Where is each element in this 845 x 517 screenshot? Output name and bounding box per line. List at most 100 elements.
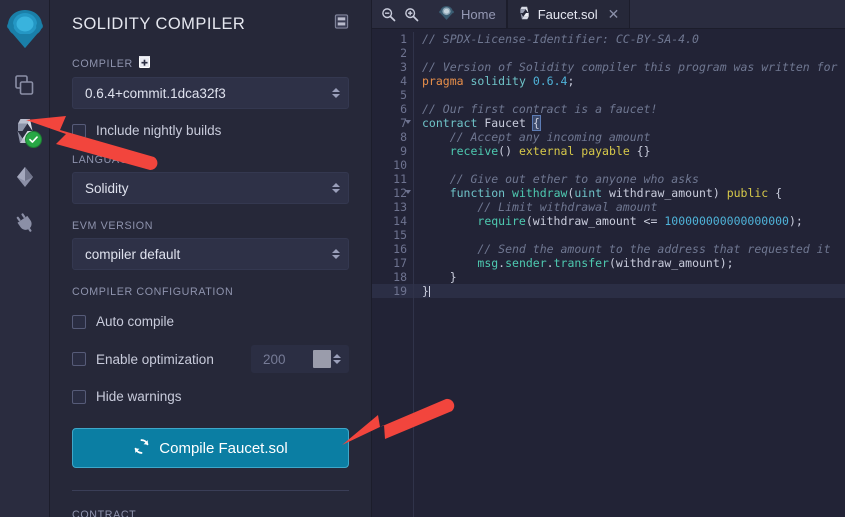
hide-warnings-checkbox[interactable] xyxy=(72,389,86,404)
close-icon[interactable]: ✕ xyxy=(608,6,620,23)
code-editor[interactable]: 1 2 3 4 5 6 7 8 9 10 11 12 13 14 15 16 17 18 19 // SPDX-Li… xyxy=(372,29,845,517)
evm-version-select[interactable]: compiler default xyxy=(72,238,349,270)
line-number: 11 xyxy=(393,172,407,186)
panel-divider xyxy=(72,490,349,491)
editor-tabbar: Home Faucet.sol ✕ xyxy=(372,0,845,29)
tab-home[interactable]: Home xyxy=(429,0,507,28)
compiler-version-select[interactable]: 0.6.4+commit.1dca32f3 xyxy=(72,77,349,109)
hide-warnings-label: Hide warnings xyxy=(96,389,182,404)
auto-compile-row[interactable]: Auto compile xyxy=(72,314,349,329)
sidebar-item-file-explorers[interactable] xyxy=(2,62,48,108)
evm-version-value: compiler default xyxy=(85,246,181,262)
fold-arrow-icon[interactable] xyxy=(405,120,411,124)
sidebar-item-plugin-manager[interactable] xyxy=(2,200,48,246)
language-value: Solidity xyxy=(85,180,129,196)
code-line: require(withdraw_amount <= 1000000000000… xyxy=(477,214,803,228)
line-number: 16 xyxy=(393,242,407,256)
icon-rail xyxy=(0,0,50,517)
line-number: 1 xyxy=(400,32,407,46)
remix-logo-icon[interactable] xyxy=(2,4,48,54)
line-number-gutter: 1 2 3 4 5 6 7 8 9 10 11 12 13 14 15 16 17 18 19 xyxy=(372,32,414,517)
line-number: 18 xyxy=(393,270,407,284)
code-line: function withdraw(uint withdraw_amount) … xyxy=(449,186,783,200)
include-nightly-builds-label: Include nightly builds xyxy=(96,123,222,138)
zoom-in-icon[interactable] xyxy=(404,7,419,22)
fold-arrow-icon[interactable] xyxy=(405,190,411,194)
line-number: 6 xyxy=(400,102,407,116)
line-number: 19 xyxy=(393,284,407,298)
tab-home-label: Home xyxy=(461,6,496,22)
compiler-version-value: 0.6.4+commit.1dca32f3 xyxy=(85,85,226,101)
remix-home-icon xyxy=(439,5,454,24)
enable-optimization-label: Enable optimization xyxy=(96,351,214,367)
sidebar-item-deploy-run-transactions[interactable] xyxy=(2,154,48,200)
code-line: // Limit withdrawal amount xyxy=(422,200,658,214)
chevron-updown-icon xyxy=(332,88,340,98)
line-number: 12 xyxy=(372,186,411,200)
tab-faucet-sol[interactable]: Faucet.sol ✕ xyxy=(506,0,631,28)
code-line: pragma solidity 0.6.4; xyxy=(422,74,575,88)
optimization-runs-value: 200 xyxy=(263,351,286,367)
line-number: 13 xyxy=(393,200,407,214)
compiler-configuration-label-text: COMPILER CONFIGURATION xyxy=(72,286,234,298)
code-line: } xyxy=(422,284,430,298)
compiler-label-text: COMPILER xyxy=(72,57,133,70)
code-line: // Give out ether to anyone who asks xyxy=(422,172,699,186)
enable-optimization-checkbox[interactable] xyxy=(72,352,86,366)
tab-faucet-sol-label: Faucet.sol xyxy=(537,6,598,22)
optimization-runs-stepper[interactable]: 200 xyxy=(251,345,349,373)
evm-version-label: EVM VERSION xyxy=(72,220,349,232)
editor-area: Home Faucet.sol ✕ 123456789 10 11 12 13 … xyxy=(372,0,845,517)
line-number: 17 xyxy=(393,256,407,270)
compiler-success-badge-icon xyxy=(24,131,42,148)
line-number: 3 xyxy=(400,60,407,74)
contract-section-label: CONTRACT xyxy=(72,509,137,517)
solidity-compiler-panel: SOLIDITY COMPILER COMPILER 0.6.4+commit.… xyxy=(50,0,372,517)
zoom-out-icon[interactable] xyxy=(381,7,396,22)
language-select[interactable]: Solidity xyxy=(72,172,349,204)
language-label: LANGUAGE xyxy=(72,154,349,166)
include-nightly-builds-checkbox[interactable] xyxy=(72,123,86,138)
chevron-updown-icon[interactable] xyxy=(333,354,341,364)
line-number: 5 xyxy=(400,88,407,102)
chevron-updown-icon xyxy=(332,249,340,259)
code-line: contract Faucet { xyxy=(422,115,541,131)
compiler-configuration-label: COMPILER CONFIGURATION xyxy=(72,286,349,298)
remix-ide-window: SOLIDITY COMPILER COMPILER 0.6.4+commit.… xyxy=(0,0,845,517)
page-title: SOLIDITY COMPILER xyxy=(72,14,246,33)
include-nightly-builds-row[interactable]: Include nightly builds xyxy=(72,123,349,138)
code-line: msg.sender.transfer(withdraw_amount); xyxy=(477,256,734,270)
code-line: // Version of Solidity compiler this pro… xyxy=(422,60,838,74)
compile-button-label: Compile Faucet.sol xyxy=(159,439,288,457)
code-line: // Send the amount to the address that r… xyxy=(422,242,831,256)
sidebar-item-solidity-compiler[interactable] xyxy=(2,108,48,154)
code-line: // Our first contract is a faucet! xyxy=(422,102,658,116)
line-number: 10 xyxy=(393,158,407,172)
auto-compile-checkbox[interactable] xyxy=(72,314,86,329)
panel-header: SOLIDITY COMPILER xyxy=(50,0,371,34)
refresh-icon xyxy=(133,438,150,459)
code-line: // Accept any incoming amount xyxy=(422,130,651,144)
code-line: // SPDX-License-Identifier: CC-BY-SA-4.0 xyxy=(422,32,699,46)
code-line: receive() external payable {} xyxy=(449,144,651,158)
compile-button[interactable]: Compile Faucet.sol xyxy=(72,428,349,468)
line-number: 9 xyxy=(400,144,407,158)
plus-box-icon[interactable] xyxy=(138,56,150,71)
stepper-grip[interactable] xyxy=(313,350,331,368)
editor-zoom-controls xyxy=(372,0,429,28)
language-label-text: LANGUAGE xyxy=(72,154,137,166)
line-number: 4 xyxy=(400,74,407,88)
auto-compile-label: Auto compile xyxy=(96,314,175,329)
compiler-label: COMPILER xyxy=(72,56,349,71)
chevron-updown-icon xyxy=(332,183,340,193)
code-content[interactable]: // SPDX-License-Identifier: CC-BY-SA-4.0… xyxy=(414,32,845,517)
code-line: } xyxy=(422,270,457,284)
book-icon[interactable] xyxy=(334,14,349,34)
enable-optimization-row[interactable]: Enable optimization 200 xyxy=(72,345,349,373)
solidity-file-icon xyxy=(518,6,531,23)
hide-warnings-row[interactable]: Hide warnings xyxy=(72,389,349,404)
line-number: 14 xyxy=(393,214,407,228)
